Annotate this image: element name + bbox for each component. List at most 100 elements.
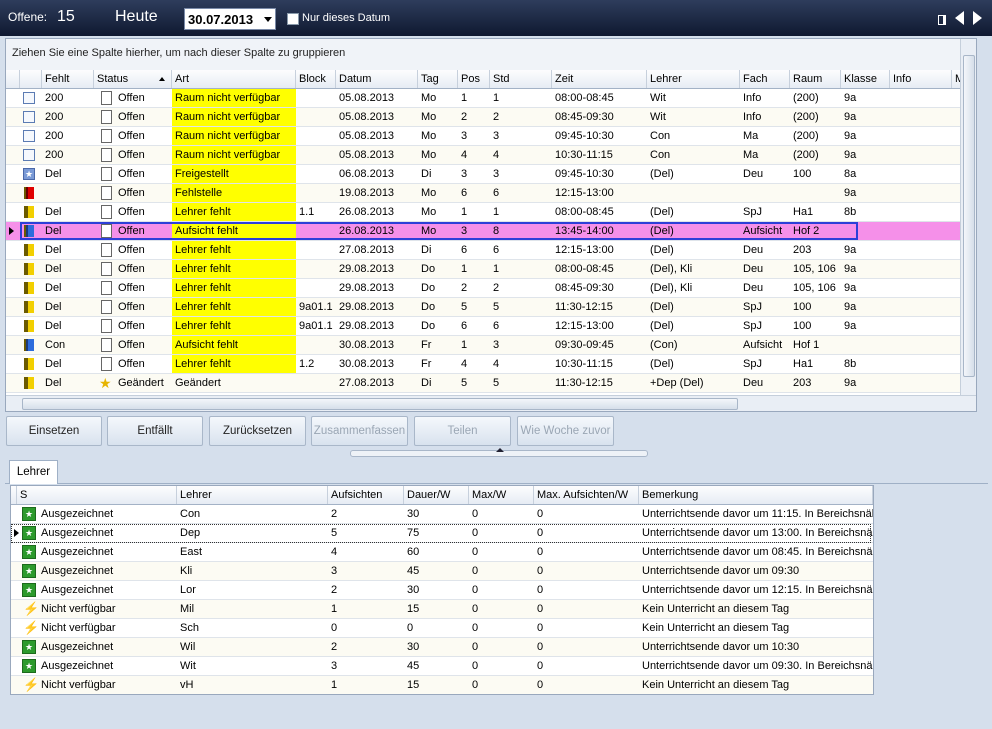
yellow-flag-icon bbox=[24, 282, 34, 294]
column-header-klasse[interactable]: Klasse bbox=[841, 70, 890, 88]
column-header-pos[interactable]: Pos bbox=[458, 70, 490, 88]
column-header-bemerkung[interactable]: Bemerkung bbox=[639, 486, 873, 504]
cell-art: Fehlstelle bbox=[172, 184, 296, 202]
table-row[interactable]: Del Offen Lehrer fehlt 9a01.1 29.08.2013 Do 6 6… bbox=[6, 317, 976, 336]
table-row[interactable]: Del Offen Aufsicht fehlt 26.08.2013 Mo 3 8 13:4… bbox=[6, 222, 976, 241]
chevron-down-icon[interactable] bbox=[264, 17, 272, 22]
cell-raum: Hof 1 bbox=[793, 339, 820, 351]
zusammenfassen-button[interactable]: Zusammenfassen bbox=[311, 416, 408, 446]
table-row[interactable]: ★ Del Geändert Geändert 27.08.2013 Di 5 5 11:30-… bbox=[6, 374, 976, 393]
cell-fach: Ma bbox=[743, 130, 759, 142]
table-row[interactable]: ★ Ausgezeichnet Wil 2 30 0 0 Unterrichtsende da… bbox=[11, 638, 873, 657]
column-header-fach[interactable]: Fach bbox=[740, 70, 790, 88]
vertical-scroll-thumb[interactable] bbox=[963, 55, 975, 377]
table-row[interactable]: Del Offen Lehrer fehlt 1.2 30.08.2013 Fr 4 4 10:… bbox=[6, 355, 976, 374]
nur-dieses-datum-checkbox[interactable] bbox=[287, 13, 299, 25]
cell-raum: Ha1 bbox=[793, 206, 814, 218]
panel-splitter[interactable] bbox=[350, 448, 648, 457]
zuruecksetzen-button[interactable]: Zurücksetzen bbox=[209, 416, 306, 446]
column-header-status[interactable]: Status bbox=[94, 70, 172, 88]
entfaellt-button[interactable]: Entfällt bbox=[107, 416, 203, 446]
document-icon bbox=[101, 281, 112, 295]
table-row[interactable]: ★ Ausgezeichnet Wit 3 45 0 0 Unterrichtsende da… bbox=[11, 657, 873, 676]
cell-fehlt: Con bbox=[45, 339, 66, 351]
column-header-raum[interactable]: Raum bbox=[790, 70, 841, 88]
cell-klasse: 9a bbox=[844, 282, 857, 294]
table-row[interactable]: Del Offen Lehrer fehlt 1.1 26.08.2013 Mo 1 1 08:… bbox=[6, 203, 976, 222]
table-row[interactable]: Del Offen Lehrer fehlt 29.08.2013 Do 2 2 08:45-… bbox=[6, 279, 976, 298]
heute-button[interactable]: Heute bbox=[115, 8, 158, 26]
cell-art: Freigestellt bbox=[172, 165, 296, 183]
column-header-art[interactable]: Art bbox=[172, 70, 296, 88]
column-header-aufsichten[interactable]: Aufsichten bbox=[328, 486, 404, 504]
table-row[interactable]: ★ Ausgezeichnet Kli 3 45 0 0 Unterrichtsende da… bbox=[11, 562, 873, 581]
einsetzen-button[interactable]: Einsetzen bbox=[6, 416, 102, 446]
cell-max: 0 bbox=[472, 641, 479, 653]
table-row[interactable]: Con Offen Aufsicht fehlt 30.08.2013 Fr 1 3 09:3… bbox=[6, 336, 976, 355]
wie-woche-zuvor-button[interactable]: Wie Woche zuvor bbox=[517, 416, 614, 446]
column-header-max-w[interactable]: Max/W bbox=[469, 486, 534, 504]
cell-s: Nicht verfügbar bbox=[41, 679, 116, 691]
cell-pos: 2 bbox=[461, 111, 468, 123]
next-arrow-icon[interactable] bbox=[973, 11, 982, 25]
column-header-info[interactable]: Info bbox=[890, 70, 952, 88]
table-row[interactable]: ★ Ausgezeichnet Lor 2 30 0 0 Unterrichtsende da… bbox=[11, 581, 873, 600]
cell-status: Offen bbox=[118, 244, 145, 256]
table-row[interactable]: Del Offen Lehrer fehlt 27.08.2013 Di 6 6 12:15-… bbox=[6, 241, 976, 260]
table-row[interactable]: Del Offen Lehrer fehlt 9a01.1 29.08.2013 Do 5 5… bbox=[6, 298, 976, 317]
lightning-icon: ⚡ bbox=[23, 620, 37, 636]
table-row[interactable]: Del Offen Lehrer fehlt 29.08.2013 Do 1 1 08:00-… bbox=[6, 260, 976, 279]
table-row[interactable]: ⚡ Nicht verfügbar Sch 0 0 0 0 Kein Unterricht a… bbox=[11, 619, 873, 638]
table-row[interactable]: ⚡ Nicht verfügbar Mil 1 15 0 0 Kein Unterricht … bbox=[11, 600, 873, 619]
table-row[interactable]: ★ Ausgezeichnet East 4 60 0 0 Unterrichtsende d… bbox=[11, 543, 873, 562]
table-row[interactable]: ★ Ausgezeichnet Dep 5 75 0 0 Unterrichtsende da… bbox=[11, 524, 873, 543]
green-star-icon: ★ bbox=[22, 507, 36, 521]
column-header-lehrer[interactable]: Lehrer bbox=[177, 486, 328, 504]
horizontal-scroll-thumb[interactable] bbox=[22, 398, 738, 410]
cell-art: Aufsicht fehlt bbox=[172, 336, 296, 354]
cube-icon bbox=[23, 130, 35, 142]
column-header-block[interactable]: Block bbox=[296, 70, 336, 88]
chevron-up-icon[interactable] bbox=[496, 448, 504, 452]
column-header-dauer-w[interactable]: Dauer/W bbox=[404, 486, 469, 504]
column-header-fehlt[interactable]: Fehlt bbox=[42, 70, 94, 88]
cell-block: 1.2 bbox=[299, 358, 315, 370]
group-by-panel[interactable]: Ziehen Sie eine Spalte hierher, um nach … bbox=[6, 39, 976, 71]
cell-klasse: 8b bbox=[844, 358, 857, 370]
table-row[interactable]: ⚡ Nicht verfügbar vH 1 15 0 0 Kein Unterricht a… bbox=[11, 676, 873, 694]
table-row[interactable]: 200 Offen Raum nicht verfügbar 05.08.2013 Mo… bbox=[6, 108, 976, 127]
table-row[interactable]: 200 Offen Raum nicht verfügbar 05.08.2013 Mo… bbox=[6, 146, 976, 165]
cell-aufsichten: 3 bbox=[331, 660, 338, 672]
table-row[interactable]: Offen Fehlstelle 19.08.2013 Mo 6 6 12:15-13:00… bbox=[6, 184, 976, 203]
grid-header: Fehlt Status Art Block Datum Tag Pos Std Zeit Leh… bbox=[6, 70, 976, 89]
column-header-std[interactable]: Std bbox=[490, 70, 552, 88]
table-row[interactable]: ★ Ausgezeichnet Con 2 30 0 0 Unterrichtsende da… bbox=[11, 505, 873, 524]
vertical-scrollbar[interactable] bbox=[960, 39, 976, 395]
column-header-tag[interactable]: Tag bbox=[418, 70, 458, 88]
table-row[interactable]: 200 Offen Raum nicht verfügbar 05.08.2013 Mo… bbox=[6, 89, 976, 108]
cell-bemerkung: Unterrichtsende davor um 09:30 bbox=[642, 565, 800, 577]
pin-icon[interactable] bbox=[937, 15, 946, 25]
cell-raum: 105, 106 bbox=[793, 263, 836, 275]
document-icon bbox=[101, 167, 112, 181]
red-flag-icon bbox=[24, 187, 34, 199]
column-header-datum[interactable]: Datum bbox=[336, 70, 418, 88]
cell-datum: 05.08.2013 bbox=[339, 111, 395, 123]
tab-lehrer[interactable]: Lehrer bbox=[9, 460, 58, 484]
horizontal-scrollbar[interactable] bbox=[6, 395, 976, 411]
column-header-s[interactable]: S bbox=[17, 486, 177, 504]
date-picker[interactable]: 30.07.2013 bbox=[184, 8, 276, 30]
column-header-max-aufsichten-w[interactable]: Max. Aufsichten/W bbox=[534, 486, 639, 504]
column-header-zeit[interactable]: Zeit bbox=[552, 70, 647, 88]
cell-block bbox=[296, 108, 336, 126]
previous-arrow-icon[interactable] bbox=[954, 11, 964, 25]
cell-zeit: 11:30-12:15 bbox=[555, 301, 613, 313]
table-row[interactable]: ★ Del Offen Freigestellt 06.08.2013 Di 3 3 09:45… bbox=[6, 165, 976, 184]
teilen-button[interactable]: Teilen bbox=[414, 416, 511, 446]
cell-dauer: 30 bbox=[407, 641, 420, 653]
column-header-lehrer[interactable]: Lehrer bbox=[647, 70, 740, 88]
cell-pos: 6 bbox=[461, 244, 468, 256]
table-row[interactable]: 200 Offen Raum nicht verfügbar 05.08.2013 Mo… bbox=[6, 127, 976, 146]
cell-tag: Di bbox=[421, 168, 432, 180]
cell-block: 1.1 bbox=[299, 206, 315, 218]
